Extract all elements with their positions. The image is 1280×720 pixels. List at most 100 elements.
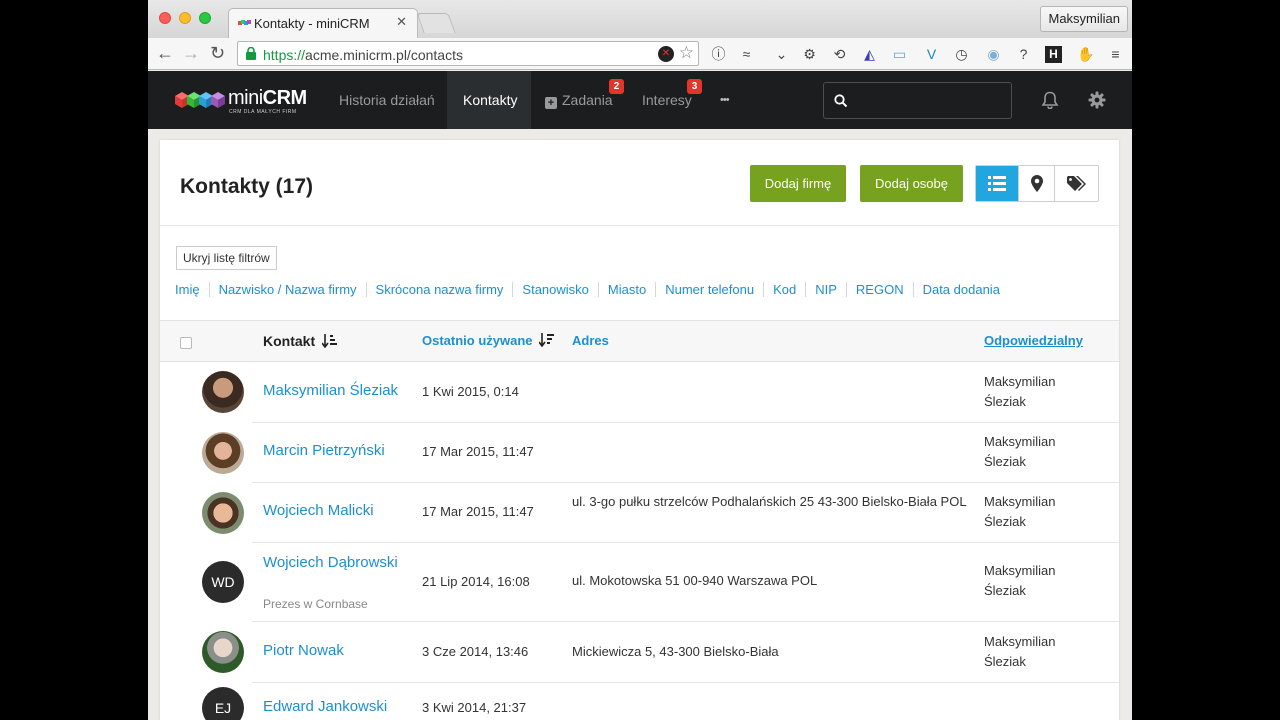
contact-name-link[interactable]: Wojciech Malicki — [263, 500, 413, 522]
extension-info-icon[interactable]: ⓘ — [710, 46, 727, 63]
nav-interesy[interactable]: Interesy 3 — [626, 71, 708, 129]
last-used-date: 17 Mar 2015, 11:47 — [422, 444, 534, 459]
table-header: Kontakt Ostatnio używane Adres Odpowiedz… — [160, 320, 1119, 362]
extension-hand-icon[interactable]: ✋ — [1077, 46, 1094, 63]
lock-icon — [246, 47, 256, 60]
nav-historia-dzialan[interactable]: Historia działań — [323, 71, 451, 129]
search-input[interactable] — [823, 82, 1012, 119]
filter-kod[interactable]: Kod — [763, 282, 806, 297]
sort-descending-icon — [538, 333, 555, 348]
owner-name: Maksymilian Śleziak — [984, 634, 1056, 669]
contact-name-link[interactable]: Marcin Pietrzyński — [263, 440, 413, 462]
minicrm-logo-icon[interactable] — [175, 88, 227, 112]
table-row[interactable]: WD Wojciech Dąbrowski Prezes w Cornbase … — [160, 543, 1119, 622]
avatar — [202, 492, 244, 534]
contacts-page: Kontakty (17) Dodaj firmę Dodaj osobę Uk… — [160, 140, 1119, 720]
extension-camel-icon[interactable]: ≈ — [738, 46, 755, 63]
map-pin-icon — [1031, 175, 1043, 192]
zadania-count-badge: 2 — [609, 79, 624, 94]
bookmark-star-icon[interactable]: ☆ — [679, 43, 694, 63]
search-icon — [834, 94, 848, 108]
table-row[interactable]: Piotr Nowak 3 Cze 2014, 13:46 Mickiewicz… — [160, 622, 1119, 683]
divider — [160, 225, 1119, 226]
owner-name: Maksymilian Śleziak — [984, 374, 1056, 409]
add-person-button[interactable]: Dodaj osobę — [860, 165, 963, 202]
browser-window: Kontakty - miniCRM ✕ Maksymilian ← → ↻ h… — [148, 0, 1132, 720]
blocker-icon[interactable]: ✕ — [658, 46, 674, 62]
sort-ascending-icon — [321, 334, 338, 349]
tags-icon — [1067, 176, 1086, 191]
avatar — [202, 631, 244, 673]
table-row[interactable]: EJ Edward Jankowski 3 Kwi 2014, 21:37 — [160, 683, 1119, 720]
browser-tab-bar: Kontakty - miniCRM ✕ Maksymilian — [148, 0, 1132, 38]
filter-skrocona-nazwa[interactable]: Skrócona nazwa firmy — [365, 282, 513, 297]
extension-camera-icon[interactable]: ◉ — [985, 46, 1002, 63]
close-window-button[interactable] — [159, 12, 171, 24]
filter-list: Imię Nazwisko / Nazwa firmy Skrócona nazwa… — [175, 282, 1009, 297]
chrome-menu-icon[interactable]: ≡ — [1107, 46, 1124, 63]
contact-position: Prezes w Cornbase — [263, 597, 368, 611]
minimize-window-button[interactable] — [179, 12, 191, 24]
filter-regon[interactable]: REGON — [845, 282, 913, 297]
extension-v-icon[interactable]: V — [923, 46, 940, 63]
last-used-date: 21 Lip 2014, 16:08 — [422, 574, 530, 589]
hide-filters-button[interactable]: Ukryj listę filtrów — [176, 246, 277, 270]
add-company-button[interactable]: Dodaj firmę — [750, 165, 846, 202]
extension-folder-icon[interactable]: ▭ — [891, 46, 908, 63]
gear-icon[interactable] — [1088, 91, 1106, 109]
pocket-icon[interactable]: ⌄ — [773, 46, 790, 63]
filter-nip[interactable]: NIP — [805, 282, 846, 297]
address-bar[interactable]: https://acme.minicrm.pl/contacts ✕ ☆ — [237, 41, 699, 66]
tags-view-button[interactable] — [1054, 166, 1098, 201]
filter-stanowisko[interactable]: Stanowisko — [512, 282, 598, 297]
extension-sync-icon[interactable]: ⟲ — [831, 46, 848, 63]
column-address[interactable]: Adres — [572, 333, 609, 348]
extension-h-icon[interactable]: H — [1045, 46, 1062, 63]
plus-square-icon: + — [545, 97, 557, 109]
extension-clock-icon[interactable]: ◷ — [953, 46, 970, 63]
filter-imie[interactable]: Imię — [175, 282, 209, 297]
nav-zadania[interactable]: + Zadania 2 — [529, 71, 629, 129]
contact-name-link[interactable]: Maksymilian Śleziak — [263, 380, 413, 402]
table-row[interactable]: Marcin Pietrzyński 17 Mar 2015, 11:47 Ma… — [160, 423, 1119, 483]
filter-numer-telefonu[interactable]: Numer telefonu — [655, 282, 764, 297]
browser-toolbar: ← → ↻ https://acme.minicrm.pl/contacts ✕… — [148, 38, 1132, 70]
back-arrow-icon[interactable]: ← — [156, 43, 174, 63]
extension-speed-icon[interactable]: ◭ — [861, 46, 878, 63]
app-header: miniCRM CRM DLA MAŁYCH FIRM Historia dzi… — [148, 71, 1132, 129]
extension-question-icon[interactable]: ? — [1015, 46, 1032, 63]
list-view-button[interactable] — [976, 166, 1018, 201]
column-last-used[interactable]: Ostatnio używane — [422, 333, 555, 348]
filter-nazwisko[interactable]: Nazwisko / Nazwa firmy — [208, 282, 366, 297]
profile-button[interactable]: Maksymilian — [1040, 6, 1128, 32]
column-contact[interactable]: Kontakt — [263, 333, 338, 349]
extension-gear-icon[interactable]: ⚙ — [801, 46, 818, 63]
new-tab-button[interactable] — [416, 13, 456, 33]
column-owner[interactable]: Odpowiedzialny — [984, 333, 1083, 348]
filter-miasto[interactable]: Miasto — [597, 282, 656, 297]
browser-tab[interactable]: Kontakty - miniCRM ✕ — [228, 8, 418, 38]
contact-name-link[interactable]: Piotr Nowak — [263, 640, 413, 662]
logo-text[interactable]: miniCRM — [228, 87, 307, 110]
table-row[interactable]: Wojciech Malicki 17 Mar 2015, 11:47 ul. … — [160, 483, 1119, 543]
tab-close-icon[interactable]: ✕ — [396, 14, 407, 30]
list-icon — [988, 176, 1006, 191]
reload-icon[interactable]: ↻ — [210, 43, 225, 63]
select-all-checkbox[interactable] — [180, 337, 192, 349]
last-used-date: 3 Kwi 2014, 21:37 — [422, 700, 527, 715]
nav-kontakty[interactable]: Kontakty — [447, 71, 531, 129]
bell-icon[interactable] — [1041, 91, 1059, 109]
page-title: Kontakty (17) — [180, 175, 314, 198]
nav-more-button[interactable]: ••• — [704, 71, 745, 129]
contact-name-link[interactable]: Edward Jankowski — [263, 696, 413, 718]
filter-data-dodania[interactable]: Data dodania — [912, 282, 1009, 297]
last-used-date: 17 Mar 2015, 11:47 — [422, 504, 534, 519]
last-used-date: 1 Kwi 2015, 0:14 — [422, 384, 519, 399]
forward-arrow-icon[interactable]: → — [182, 43, 200, 63]
contact-name-link[interactable]: Wojciech Dąbrowski — [263, 552, 413, 574]
map-view-button[interactable] — [1018, 166, 1054, 201]
contact-address: ul. Mokotowska 51 00-940 Warszawa POL — [572, 573, 818, 588]
interesy-count-badge: 3 — [687, 79, 702, 94]
table-row[interactable]: Maksymilian Śleziak 1 Kwi 2015, 0:14 Mak… — [160, 362, 1119, 423]
zoom-window-button[interactable] — [199, 12, 211, 24]
